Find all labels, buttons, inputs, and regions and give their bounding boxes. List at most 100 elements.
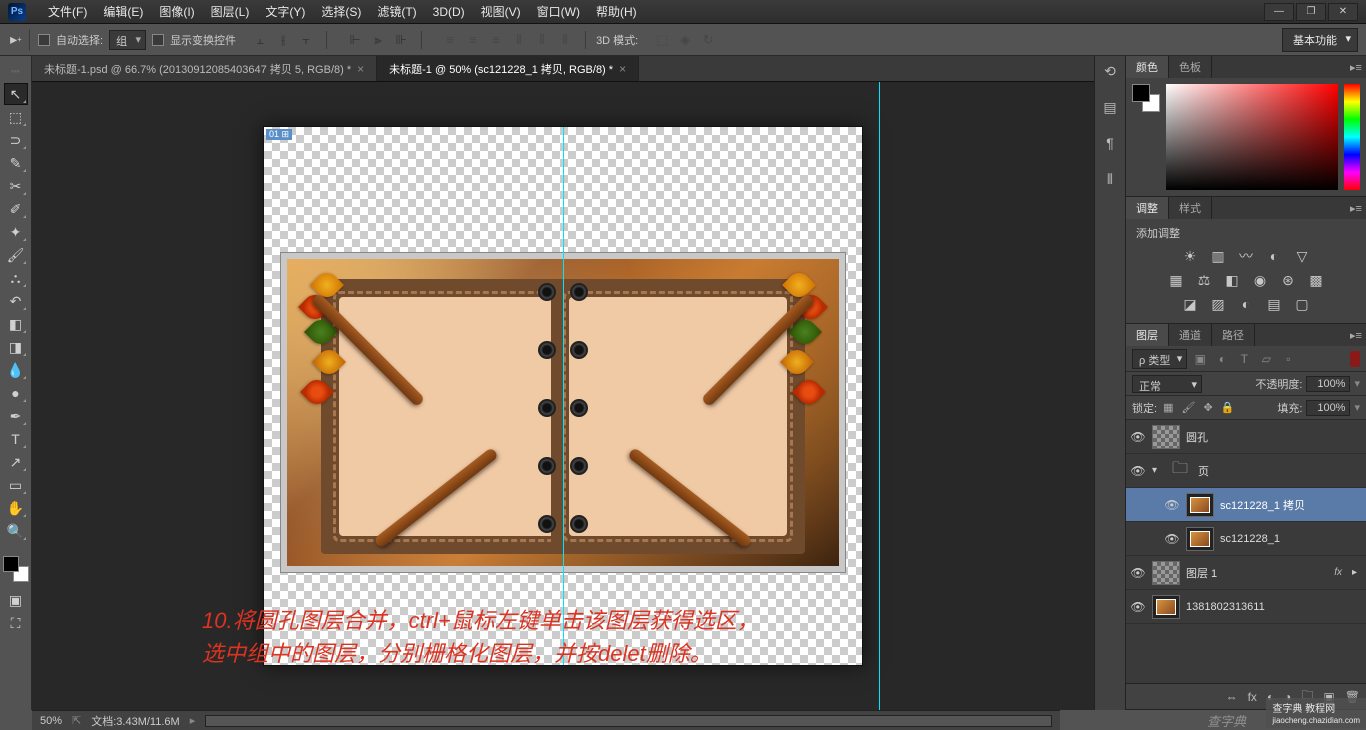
exposure-icon[interactable]: ◐ bbox=[1265, 247, 1283, 265]
adjustment-layer-icon[interactable]: ◑ bbox=[1284, 690, 1291, 704]
layer-row[interactable]: 👁 图层 1 fx ▸ bbox=[1126, 556, 1366, 590]
color-balance-icon[interactable]: ⚖ bbox=[1195, 271, 1213, 289]
visibility-toggle[interactable]: 👁 bbox=[1164, 497, 1180, 513]
group-twisty[interactable]: ▾ bbox=[1152, 465, 1162, 476]
blur-tool[interactable]: 💧 bbox=[4, 359, 28, 381]
canvas-viewport[interactable]: 01 ⊞ bbox=[32, 82, 1094, 710]
doc-info[interactable]: 文档:3.43M/11.6M bbox=[91, 713, 179, 729]
layer-name[interactable]: 圆孔 bbox=[1186, 429, 1362, 445]
lock-pixels-icon[interactable]: 🖌 bbox=[1181, 401, 1195, 414]
auto-select-checkbox[interactable] bbox=[38, 34, 50, 46]
tab-styles[interactable]: 样式 bbox=[1169, 197, 1212, 219]
character-panel-icon[interactable]: ¶ bbox=[1101, 134, 1119, 152]
hand-tool[interactable]: ✋ bbox=[4, 497, 28, 519]
filter-smart-icon[interactable]: ▫ bbox=[1279, 350, 1297, 368]
layer-name[interactable]: sc121228_1 bbox=[1220, 533, 1362, 545]
selective-color-icon[interactable]: ▢ bbox=[1293, 295, 1311, 313]
lock-position-icon[interactable]: ✥ bbox=[1203, 401, 1212, 414]
fx-badge[interactable]: fx bbox=[1334, 567, 1342, 578]
tab-channels[interactable]: 通道 bbox=[1169, 324, 1212, 346]
visibility-toggle[interactable]: 👁 bbox=[1130, 429, 1146, 445]
levels-icon[interactable]: ▥ bbox=[1209, 247, 1227, 265]
layer-name[interactable]: 1381802313611 bbox=[1186, 601, 1362, 613]
curves-icon[interactable]: 〰 bbox=[1237, 247, 1255, 265]
tab-color[interactable]: 颜色 bbox=[1126, 56, 1169, 78]
invert-icon[interactable]: ◪ bbox=[1181, 295, 1199, 313]
horizontal-scrollbar[interactable] bbox=[205, 715, 1052, 727]
menu-file[interactable]: 文件(F) bbox=[40, 3, 95, 20]
foreground-color[interactable] bbox=[3, 556, 19, 572]
visibility-toggle[interactable]: 👁 bbox=[1130, 599, 1146, 615]
history-brush-tool[interactable]: ↶ bbox=[4, 290, 28, 312]
menu-filter[interactable]: 滤镜(T) bbox=[369, 3, 424, 20]
eraser-tool[interactable]: ◧ bbox=[4, 313, 28, 335]
layer-row[interactable]: 👁 1381802313611 bbox=[1126, 590, 1366, 624]
close-button[interactable]: ✕ bbox=[1328, 3, 1358, 21]
workspace-switcher[interactable]: 基本功能 bbox=[1282, 28, 1358, 52]
close-icon[interactable]: × bbox=[357, 62, 364, 76]
zoom-level[interactable]: 50% bbox=[40, 715, 62, 727]
quick-mask-toggle[interactable]: ▣ bbox=[4, 589, 28, 611]
hue-slider[interactable] bbox=[1344, 84, 1360, 190]
photo-filter-icon[interactable]: ◉ bbox=[1251, 271, 1269, 289]
align-top-icon[interactable]: ⫠ bbox=[250, 30, 270, 50]
brightness-icon[interactable]: ☀ bbox=[1181, 247, 1199, 265]
align-hcenter-icon[interactable]: ⫸ bbox=[368, 30, 388, 50]
layer-row[interactable]: 👁 sc121228_1 bbox=[1126, 522, 1366, 556]
layer-filter-kind[interactable]: ρ 类型 bbox=[1132, 349, 1187, 369]
close-icon[interactable]: × bbox=[619, 62, 626, 76]
menu-edit[interactable]: 编辑(E) bbox=[95, 3, 151, 20]
guide-vertical-2[interactable] bbox=[879, 82, 880, 710]
blend-mode-select[interactable]: 正常 bbox=[1132, 375, 1202, 393]
layer-name[interactable]: sc121228_1 拷贝 bbox=[1220, 497, 1362, 513]
eyedropper-tool[interactable]: ✐ bbox=[4, 198, 28, 220]
document-tab-1[interactable]: 未标题-1.psd @ 66.7% (20130912085403647 拷贝 … bbox=[32, 56, 377, 81]
opacity-input[interactable]: 100% bbox=[1306, 376, 1350, 392]
healing-brush-tool[interactable]: ✦ bbox=[4, 221, 28, 243]
black-white-icon[interactable]: ◧ bbox=[1223, 271, 1241, 289]
visibility-toggle[interactable]: 👁 bbox=[1130, 565, 1146, 581]
move-tool[interactable]: ↖ bbox=[4, 83, 28, 105]
properties-panel-icon[interactable]: ▤ bbox=[1101, 98, 1119, 116]
crop-tool[interactable]: ✂ bbox=[4, 175, 28, 197]
align-left-icon[interactable]: ⊩ bbox=[345, 30, 365, 50]
threshold-icon[interactable]: ◐ bbox=[1237, 295, 1255, 313]
layer-thumbnail[interactable] bbox=[1152, 425, 1180, 449]
link-layers-icon[interactable]: ⇔ bbox=[1226, 690, 1238, 704]
filter-pixel-icon[interactable]: ▣ bbox=[1191, 350, 1209, 368]
lasso-tool[interactable]: ⊃ bbox=[4, 129, 28, 151]
tab-adjustments[interactable]: 调整 bbox=[1126, 197, 1169, 219]
posterize-icon[interactable]: ▨ bbox=[1209, 295, 1227, 313]
tab-paths[interactable]: 路径 bbox=[1212, 324, 1255, 346]
pen-tool[interactable]: ✒ bbox=[4, 405, 28, 427]
brush-tool[interactable]: 🖌 bbox=[4, 244, 28, 266]
color-lookup-icon[interactable]: ▩ bbox=[1307, 271, 1325, 289]
toolbox-grip[interactable]: ┅ bbox=[4, 60, 28, 82]
layer-thumbnail[interactable] bbox=[1186, 527, 1214, 551]
vibrance-icon[interactable]: ▽ bbox=[1293, 247, 1311, 265]
layer-row[interactable]: 👁 sc121228_1 拷贝 bbox=[1126, 488, 1366, 522]
delete-layer-icon[interactable]: 🗑 bbox=[1345, 690, 1360, 704]
quick-select-tool[interactable]: ✎ bbox=[4, 152, 28, 174]
menu-3d[interactable]: 3D(D) bbox=[425, 5, 473, 19]
menu-type[interactable]: 文字(Y) bbox=[257, 3, 313, 20]
panel-menu-icon[interactable]: ▸≡ bbox=[1346, 324, 1366, 346]
visibility-toggle[interactable]: 👁 bbox=[1164, 531, 1180, 547]
doc-info-icon[interactable]: ⇱ bbox=[72, 714, 81, 727]
panel-menu-icon[interactable]: ▸≡ bbox=[1346, 197, 1366, 219]
canvas[interactable]: 01 ⊞ bbox=[263, 126, 863, 666]
filter-shape-icon[interactable]: ▱ bbox=[1257, 350, 1275, 368]
document-tab-2[interactable]: 未标题-1 @ 50% (sc121228_1 拷贝, RGB/8) * × bbox=[377, 56, 639, 81]
type-tool[interactable]: T bbox=[4, 428, 28, 450]
layer-thumbnail[interactable] bbox=[1186, 493, 1214, 517]
zoom-tool[interactable]: 🔍 bbox=[4, 520, 28, 542]
layer-row-group[interactable]: 👁 ▾ 🗀 页 bbox=[1126, 454, 1366, 488]
maximize-button[interactable]: ❐ bbox=[1296, 3, 1326, 21]
channel-mixer-icon[interactable]: ⊛ bbox=[1279, 271, 1297, 289]
guide-vertical-1[interactable] bbox=[563, 127, 564, 665]
color-field[interactable] bbox=[1166, 84, 1338, 190]
paragraph-panel-icon[interactable]: ⫴ bbox=[1101, 170, 1119, 188]
layer-name[interactable]: 图层 1 bbox=[1186, 565, 1328, 581]
filter-type-icon[interactable]: T bbox=[1235, 350, 1253, 368]
foreground-background-swatch[interactable] bbox=[3, 556, 29, 582]
